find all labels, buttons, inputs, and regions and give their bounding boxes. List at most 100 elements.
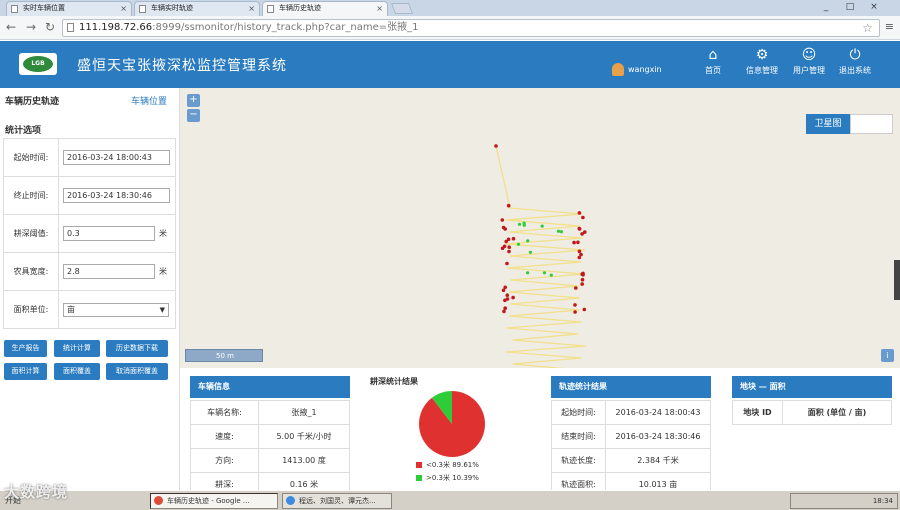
track-start-value: 2016-03-24 18:00:43: [605, 400, 711, 425]
track-point: [577, 211, 582, 215]
track-overlay: [494, 144, 587, 368]
track-point: [528, 250, 532, 254]
stats-form: 起始时间: 2016-03-24 18:00:43 终止时间: 2016-03-…: [3, 138, 176, 329]
home-icon: ⌂: [708, 47, 718, 63]
table-row: 速度: 5.00 千米/小时: [190, 424, 350, 449]
minimize-button[interactable]: _: [816, 0, 836, 14]
browser-tab-history-track[interactable]: 车辆历史轨迹 ×: [262, 1, 388, 16]
stats-calc-button[interactable]: 统计计算: [54, 340, 100, 357]
nav-info-management[interactable]: ⚙ 信息管理: [739, 47, 785, 76]
legend-label: <0.3米 89.61%: [426, 461, 479, 469]
table-row: 轨迹长度: 2.384 千米: [551, 448, 711, 473]
track-point: [579, 252, 583, 257]
speed-value: 5.00 千米/小时: [258, 424, 350, 449]
browser-tab-realtime-track[interactable]: 车辆实时轨迹 ×: [134, 1, 260, 16]
track-point: [540, 224, 544, 228]
track-point: [572, 240, 576, 245]
start-time-input[interactable]: 2016-03-24 18:00:43: [63, 150, 170, 165]
track-point: [522, 221, 526, 225]
track-point: [573, 310, 577, 314]
forward-arrow-icon[interactable]: →: [24, 20, 38, 34]
area-calc-button[interactable]: 面积计算: [4, 363, 47, 380]
track-point: [556, 229, 561, 233]
zoom-out-button[interactable]: −: [187, 109, 200, 122]
depth-threshold-input[interactable]: 0.3: [63, 226, 155, 241]
track-point: [581, 215, 585, 220]
nav-logout[interactable]: ⏻ 退出系统: [832, 47, 878, 76]
sidebar: 车辆历史轨迹 车辆位置 统计选项 起始时间: 2016-03-24 18:00:…: [0, 88, 180, 490]
track-end-label: 结束时间:: [551, 424, 606, 449]
area-unit-select[interactable]: 亩 ▼: [63, 302, 169, 317]
track-point: [580, 282, 584, 286]
track-path: [495, 145, 511, 209]
history-download-button[interactable]: 历史数据下载: [106, 340, 168, 357]
track-point: [494, 144, 498, 148]
parcel-area-table: 地块 ID 面积 (单位 / 亩): [732, 400, 892, 425]
taskbar-item-chat[interactable]: 程远、刘国灵、谭元杰...: [282, 493, 392, 509]
nav-label: 用户管理: [793, 66, 825, 75]
maximize-button[interactable]: □: [840, 0, 860, 14]
page-icon: [139, 5, 146, 13]
track-length-value: 2.384 千米: [605, 448, 711, 473]
implement-width-input[interactable]: 2.8: [63, 264, 155, 279]
track-point: [542, 271, 547, 275]
app-title: 盛恒天宝张掖深松监控管理系统: [77, 58, 287, 74]
browser-tab-bar: 实时车辆位置 × 车辆实时轨迹 × 车辆历史轨迹 × _ □ ×: [0, 0, 900, 16]
browser-tab-realtime-position[interactable]: 实时车辆位置 ×: [6, 1, 132, 16]
track-point: [577, 227, 582, 231]
track-point: [502, 309, 506, 314]
table-row: 结束时间: 2016-03-24 18:30:46: [551, 424, 711, 449]
map-view[interactable]: + − 卫星图 50 m i: [180, 88, 900, 368]
back-arrow-icon[interactable]: ←: [4, 20, 18, 34]
new-tab-button[interactable]: [390, 3, 414, 14]
power-icon: ⏻: [849, 47, 861, 63]
taskbar-item-browser[interactable]: 车辆历史轨迹 - Google ...: [150, 493, 278, 509]
depth-unit: 米: [159, 229, 167, 238]
vehicle-name-value: 张掖_1: [258, 400, 350, 425]
users-icon: ☺: [801, 47, 817, 63]
close-window-button[interactable]: ×: [864, 0, 884, 14]
track-point: [507, 245, 512, 249]
url-path: :8999/ssmonitor/history_track.php?car_na…: [152, 22, 419, 33]
taskbar-label: 车辆历史轨迹 - Google ...: [167, 497, 250, 505]
vehicle-position-link[interactable]: 车辆位置: [131, 94, 167, 107]
track-point: [582, 307, 587, 312]
info-button[interactable]: i: [881, 349, 894, 362]
zoom-in-button[interactable]: +: [187, 94, 200, 107]
legend-swatch: [416, 462, 422, 468]
implement-width-label: 农具宽度:: [3, 252, 59, 291]
map-type-toggle[interactable]: [850, 114, 893, 134]
table-row: 起始时间: 2016-03-24 18:00:43: [551, 400, 711, 425]
production-report-button[interactable]: 生产报告: [4, 340, 47, 357]
vehicle-info-table: 车辆名称: 张掖_1 速度: 5.00 千米/小时 方向: 1413.00 度 耕深:…: [190, 400, 350, 497]
area-cover-button[interactable]: 面积覆盖: [54, 363, 100, 380]
table-row: 地块 ID 面积 (单位 / 亩): [732, 400, 892, 425]
close-icon[interactable]: ×: [248, 2, 255, 15]
satellite-toggle[interactable]: 卫星图: [806, 114, 850, 134]
track-point: [573, 303, 577, 307]
chart-title: 耕深统计结果: [370, 377, 418, 386]
nav-label: 退出系统: [839, 66, 871, 75]
close-icon[interactable]: ×: [376, 2, 383, 15]
scale-bar: 50 m: [185, 349, 263, 362]
close-icon[interactable]: ×: [120, 2, 127, 15]
parcel-id-header: 地块 ID: [732, 400, 783, 425]
reload-icon[interactable]: ↻: [43, 20, 57, 34]
area-unit-value: 亩: [67, 304, 75, 314]
depth-threshold-label: 耕深阈值:: [3, 214, 59, 253]
end-time-input[interactable]: 2016-03-24 18:30:46: [63, 188, 170, 203]
chat-icon: [286, 496, 295, 505]
track-point: [577, 249, 582, 254]
track-point: [506, 203, 511, 208]
url-input[interactable]: 111.198.72.66:8999/ssmonitor/history_tra…: [62, 19, 880, 37]
system-tray: 18:34: [790, 493, 898, 509]
menu-icon[interactable]: ≡: [885, 20, 894, 33]
track-point: [507, 249, 511, 254]
table-row: 方向: 1413.00 度: [190, 448, 350, 473]
star-icon[interactable]: ☆: [862, 20, 873, 36]
nav-home[interactable]: ⌂ 首页: [690, 47, 736, 76]
side-handle[interactable]: [894, 260, 900, 300]
track-path: [505, 207, 586, 368]
cancel-area-cover-button[interactable]: 取消面积覆盖: [106, 363, 168, 380]
nav-user-management[interactable]: ☺ 用户管理: [786, 47, 832, 76]
